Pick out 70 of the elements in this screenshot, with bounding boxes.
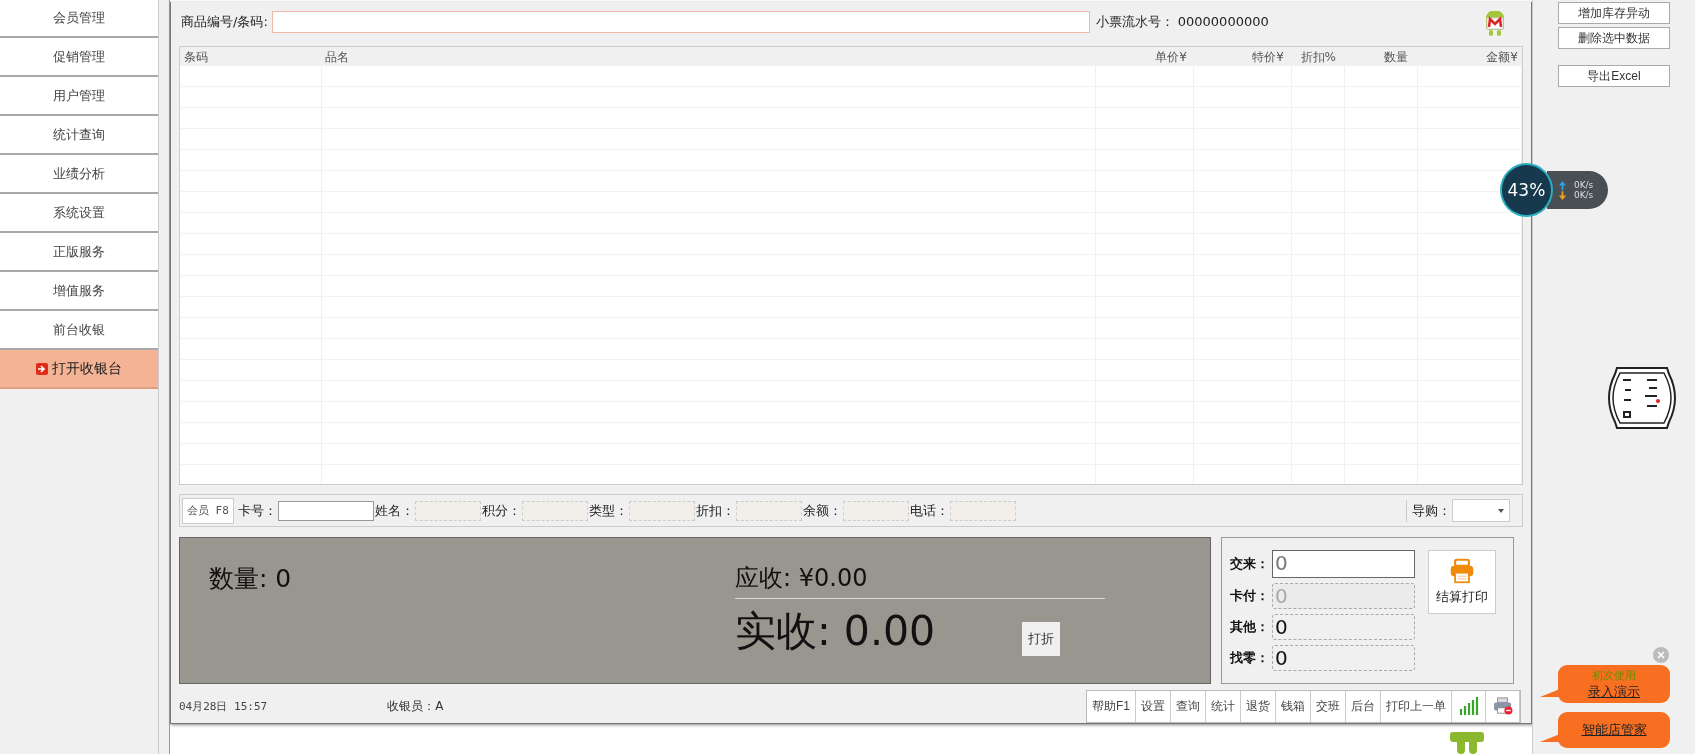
column-header[interactable]: 特价¥ bbox=[1191, 46, 1288, 66]
bubble-link[interactable]: 录入演示 bbox=[1588, 682, 1640, 701]
field-label: 积分： bbox=[481, 501, 521, 520]
column-header[interactable]: 品名 bbox=[321, 46, 1094, 66]
sidebar-item[interactable]: 系统设置 bbox=[0, 194, 158, 233]
field-label: 导购： bbox=[1412, 501, 1451, 520]
search-label: 商品编号/条码: bbox=[181, 12, 268, 31]
close-icon[interactable] bbox=[1653, 647, 1669, 663]
sidebar-item[interactable]: 增值服务 bbox=[0, 272, 158, 311]
field-label: 卡号： bbox=[237, 501, 277, 520]
sidebar-item[interactable]: 用户管理 bbox=[0, 77, 158, 116]
amount-field[interactable]: 0 bbox=[1272, 645, 1415, 672]
readonly-field[interactable] bbox=[949, 500, 1016, 521]
upload-arrow-icon bbox=[1558, 180, 1566, 190]
readonly-field[interactable] bbox=[521, 500, 588, 521]
received-text: 实收: 0.00 bbox=[735, 606, 936, 658]
field-label: 找零： bbox=[1230, 649, 1270, 668]
amount-field[interactable]: 0 bbox=[1272, 550, 1415, 579]
field-label: 姓名： bbox=[374, 501, 414, 520]
readonly-field[interactable] bbox=[842, 500, 909, 521]
panel-button[interactable]: 增加库存异动 bbox=[1558, 2, 1670, 24]
input-field[interactable] bbox=[277, 500, 374, 521]
column-header[interactable]: 金额¥ bbox=[1412, 46, 1522, 66]
readonly-field[interactable] bbox=[628, 500, 695, 521]
receivable-text: 应收: ¥0.00 bbox=[735, 563, 869, 595]
search-field[interactable] bbox=[271, 10, 1090, 33]
sidebar-item[interactable]: 正版服务 bbox=[0, 233, 158, 272]
dropdown[interactable] bbox=[1452, 499, 1510, 523]
date-time: 04月28日 15:57 bbox=[179, 698, 268, 714]
member-button[interactable]: 会员 F8 bbox=[182, 497, 234, 524]
receipt-label: 小票流水号： bbox=[1095, 12, 1174, 31]
sidebar-item[interactable]: 统计查询 bbox=[0, 116, 158, 155]
field-label: 卡付： bbox=[1230, 587, 1270, 606]
upload-speed: 0K/s bbox=[1573, 180, 1594, 190]
amount-field[interactable]: 0 bbox=[1272, 614, 1415, 641]
hint-text: 初次使用 bbox=[1592, 667, 1636, 683]
printer-error-icon bbox=[1492, 697, 1513, 716]
readonly-field[interactable] bbox=[735, 500, 802, 521]
column-header[interactable]: 单价¥ bbox=[1094, 46, 1191, 66]
column-header[interactable]: 数量 bbox=[1340, 46, 1412, 66]
field-label: 余额： bbox=[802, 501, 842, 520]
field-label: 类型： bbox=[588, 501, 628, 520]
readonly-field[interactable] bbox=[414, 500, 481, 521]
field-label: 电话： bbox=[909, 501, 949, 520]
discount-button[interactable]: 打折 bbox=[1022, 622, 1060, 657]
scrollbar[interactable] bbox=[158, 0, 170, 754]
download-speed: 0K/s bbox=[1573, 190, 1594, 200]
sidebar-item[interactable]: 打开收银台 bbox=[0, 350, 158, 389]
column-header[interactable]: 折扣% bbox=[1288, 46, 1340, 66]
sidebar-item[interactable]: 促销管理 bbox=[0, 38, 158, 77]
seal-icon bbox=[1607, 366, 1677, 430]
field-label: 折扣： bbox=[695, 501, 735, 520]
caret-icon bbox=[1498, 508, 1504, 513]
cashier-label: 收银员：A bbox=[387, 697, 444, 715]
sidebar-item[interactable]: 业绩分析 bbox=[0, 155, 158, 194]
panel-button[interactable]: 导出Excel bbox=[1558, 65, 1670, 87]
panel-button[interactable]: 删除选中数据 bbox=[1558, 27, 1670, 49]
quantity-text: 数量: 0 bbox=[209, 563, 293, 595]
sidebar-item[interactable]: 前台收银 bbox=[0, 311, 158, 350]
settle-print-button[interactable]: 结算打印 bbox=[1428, 550, 1496, 615]
printer-icon bbox=[1449, 558, 1475, 585]
arrow-icon bbox=[36, 362, 48, 375]
sidebar-item[interactable]: 会员管理 bbox=[0, 0, 158, 38]
download-arrow-icon bbox=[1558, 190, 1566, 200]
field-label: 其他： bbox=[1230, 618, 1270, 637]
field-label: 交来： bbox=[1230, 555, 1270, 574]
signal-icon bbox=[1458, 697, 1479, 716]
receipt-number: 00000000000 bbox=[1177, 14, 1270, 30]
column-header[interactable]: 条码 bbox=[180, 46, 321, 66]
bubble-link[interactable]: 智能店管家 bbox=[1581, 721, 1647, 739]
